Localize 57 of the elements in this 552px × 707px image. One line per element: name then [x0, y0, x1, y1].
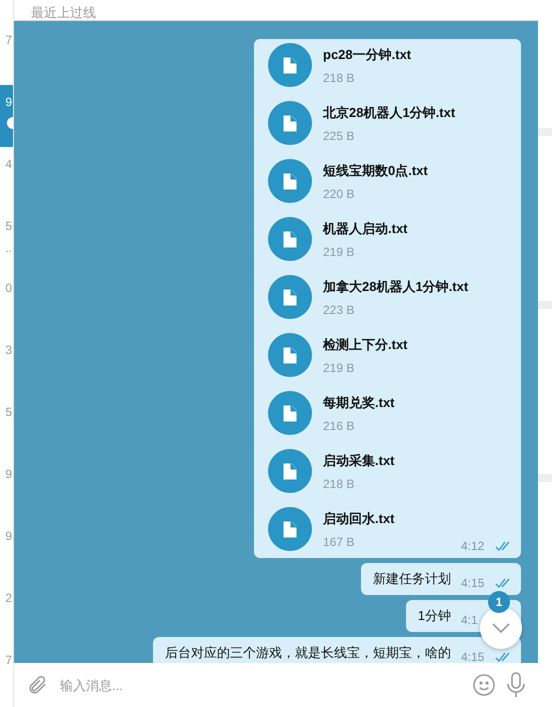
emoji-button[interactable]: [472, 673, 496, 697]
message-time: 4:15: [461, 650, 486, 663]
document-icon[interactable]: [268, 391, 312, 435]
chat-time: 7: [5, 33, 12, 47]
file-size: 223 B: [323, 302, 356, 316]
chevron-down-icon: [492, 623, 510, 633]
chat-time: 7: [5, 653, 12, 667]
file-size: 216 B: [323, 418, 356, 432]
file-size: 225 B: [323, 128, 356, 142]
chat-preview: ..: [5, 241, 12, 255]
file-name: 短线宝期数0点.txt: [323, 162, 428, 180]
chat-time: 9: [5, 467, 12, 481]
chat-list-item[interactable]: 9: [0, 85, 13, 147]
document-icon[interactable]: [268, 507, 312, 551]
chat-time: 4: [5, 157, 12, 171]
document-icon[interactable]: [268, 217, 312, 261]
file-size: 218 B: [323, 70, 356, 84]
panel-edge: [538, 128, 552, 136]
file-name: 启动回水.txt: [323, 510, 394, 528]
last-seen-status: 最近上过线: [31, 6, 96, 20]
chat-time: 3: [5, 343, 12, 357]
message-text: 新建任务计划: [373, 571, 451, 586]
file-name: 启动采集.txt: [323, 452, 394, 470]
smiley-icon: [472, 673, 496, 697]
message-text: 1分钟: [418, 608, 451, 623]
message-time: 4:15: [461, 576, 486, 590]
file-size: 167 B: [323, 534, 356, 548]
file-name: 机器人启动.txt: [323, 220, 408, 238]
file-size: 219 B: [323, 244, 356, 258]
file-name: pc28一分钟.txt: [323, 46, 412, 64]
chat-time: 9: [5, 529, 12, 543]
file-name: 每期兑奖.txt: [323, 394, 394, 412]
message-input[interactable]: 输入消息...: [58, 676, 462, 694]
panel-edge: [538, 301, 552, 309]
file-name: 检测上下分.txt: [323, 336, 408, 354]
message-text: 后台对应的三个游戏，就是长线宝，短期宝，啥的: [165, 645, 451, 660]
message-time: 4:1: [461, 613, 479, 627]
message-time: 4:12: [461, 539, 486, 553]
file-size: 220 B: [323, 186, 356, 200]
file-size: 218 B: [323, 476, 356, 490]
document-icon[interactable]: [268, 275, 312, 319]
microphone-icon: [506, 672, 526, 698]
voice-button[interactable]: [506, 672, 526, 698]
chat-time: 2: [5, 591, 12, 605]
document-icon[interactable]: [268, 101, 312, 145]
document-icon[interactable]: [268, 43, 312, 87]
panel-edge: [538, 474, 552, 482]
file-size: 219 B: [323, 360, 356, 374]
file-name: 加拿大28机器人1分钟.txt: [323, 278, 468, 296]
document-icon[interactable]: [268, 449, 312, 493]
chat-time: 0: [5, 281, 12, 295]
chat-time: 9: [5, 95, 12, 109]
document-icon[interactable]: [268, 333, 312, 377]
file-name: 北京28机器人1分钟.txt: [323, 104, 456, 122]
chat-time: 5: [5, 405, 12, 419]
chat-time: 5: [5, 219, 12, 233]
document-icon[interactable]: [268, 159, 312, 203]
